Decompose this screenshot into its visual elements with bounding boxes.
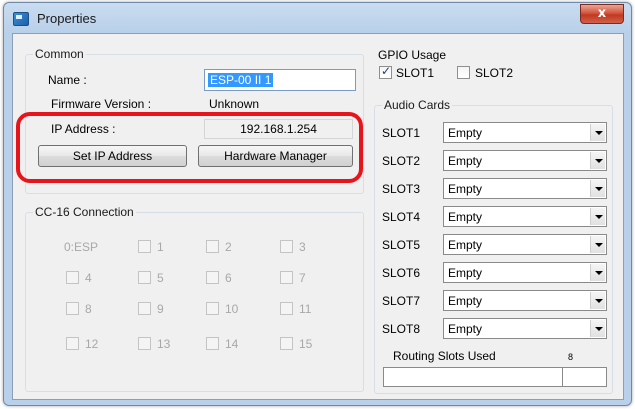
audio-slot1-value: Empty: [448, 126, 483, 140]
audio-slot8-select[interactable]: Empty: [443, 318, 607, 339]
audio-slot6-select[interactable]: Empty: [443, 262, 607, 283]
cc16-checkbox-15-label: 15: [299, 337, 313, 351]
audio-slot4-select[interactable]: Empty: [443, 206, 607, 227]
audio-slot6-label: SLOT6: [382, 266, 421, 280]
audio-slot3-select[interactable]: Empty: [443, 178, 607, 199]
audio-slot4-value: Empty: [448, 210, 483, 224]
chevron-down-icon[interactable]: [590, 152, 605, 169]
audio-slot3-label: SLOT3: [382, 182, 421, 196]
audio-slot4-label: SLOT4: [382, 210, 421, 224]
cc16-checkbox-5[interactable]: [138, 271, 151, 284]
chevron-down-icon[interactable]: [590, 124, 605, 141]
chevron-down-icon[interactable]: [590, 208, 605, 225]
cc16-checkbox-7[interactable]: [280, 271, 293, 284]
audio-slot1-label: SLOT1: [382, 126, 421, 140]
name-input[interactable]: ESP-00 II 1: [204, 69, 356, 91]
cc16-checkbox-10[interactable]: [206, 302, 219, 315]
cc16-esp-label: 0:ESP: [64, 240, 99, 254]
cc16-connection-group: CC-16 Connection 0:ESP 1 2 3 4 5 6 7 8 9…: [25, 205, 364, 392]
cc16-checkbox-1[interactable]: [138, 240, 151, 253]
chevron-down-icon[interactable]: [590, 180, 605, 197]
gpio-slot1-checkbox[interactable]: [379, 64, 392, 79]
chevron-down-icon[interactable]: [590, 236, 605, 253]
cc16-checkbox-9[interactable]: [138, 302, 151, 315]
cc16-checkbox-4[interactable]: [66, 271, 79, 284]
audio-slot8-value: Empty: [448, 322, 483, 336]
dialog-body: Common Name : ESP-00 II 1 Firmware Versi…: [12, 33, 624, 400]
audio-slot5-select[interactable]: Empty: [443, 234, 607, 255]
cc16-checkbox-7-label: 7: [299, 271, 306, 285]
audio-slot3-value: Empty: [448, 182, 483, 196]
audio-slot5-value: Empty: [448, 238, 483, 252]
chevron-down-icon[interactable]: [590, 320, 605, 337]
routing-slots-max-label: 8: [568, 352, 574, 362]
gpio-usage-label: GPIO Usage: [378, 48, 447, 62]
audio-slot5-label: SLOT5: [382, 238, 421, 252]
cc16-checkbox-6[interactable]: [206, 271, 219, 284]
app-window-icon: [13, 12, 29, 26]
ip-settings-highlight: [16, 112, 363, 183]
cc16-checkbox-12-label: 12: [85, 337, 99, 351]
name-label: Name :: [48, 73, 87, 87]
chevron-down-icon[interactable]: [590, 292, 605, 309]
cc16-checkbox-6-label: 6: [225, 271, 232, 285]
firmware-version-label: Firmware Version :: [51, 97, 152, 111]
properties-window: Properties x Common Name : ESP-00 II 1 F…: [3, 2, 632, 406]
routing-slots-progress: [383, 367, 607, 387]
audio-slot7-select[interactable]: Empty: [443, 290, 607, 311]
audio-cards-group-label: Audio Cards: [382, 98, 453, 112]
window-title: Properties: [37, 11, 97, 26]
firmware-version-value: Unknown: [209, 97, 260, 111]
audio-slot1-select[interactable]: Empty: [443, 122, 607, 143]
routing-slots-used-label: Routing Slots Used: [393, 349, 496, 363]
audio-cards-group: Audio Cards SLOT1 Empty SLOT2 Empty SLOT…: [374, 98, 613, 394]
audio-slot6-value: Empty: [448, 266, 483, 280]
title-bar[interactable]: Properties x: [4, 3, 631, 33]
common-group-label: Common: [33, 47, 86, 61]
cc16-checkbox-12[interactable]: [66, 337, 79, 350]
routing-slots-divider: [562, 368, 563, 386]
cc16-checkbox-2-label: 2: [225, 240, 232, 254]
cc16-checkbox-1-label: 1: [157, 240, 164, 254]
cc16-checkbox-10-label: 10: [225, 302, 239, 316]
audio-slot2-select[interactable]: Empty: [443, 150, 607, 171]
close-button[interactable]: x: [580, 4, 624, 24]
audio-slot7-value: Empty: [448, 294, 483, 308]
cc16-checkbox-15[interactable]: [280, 337, 293, 350]
cc16-checkbox-2[interactable]: [206, 240, 219, 253]
cc16-checkbox-5-label: 5: [157, 271, 164, 285]
cc16-checkbox-13[interactable]: [138, 337, 151, 350]
chevron-down-icon[interactable]: [590, 264, 605, 281]
audio-slot7-label: SLOT7: [382, 294, 421, 308]
name-input-value: ESP-00 II 1: [208, 73, 274, 87]
cc16-group-label: CC-16 Connection: [33, 205, 136, 219]
cc16-checkbox-14[interactable]: [206, 337, 219, 350]
audio-slot2-label: SLOT2: [382, 154, 421, 168]
audio-slot8-label: SLOT8: [382, 322, 421, 336]
cc16-checkbox-3[interactable]: [280, 240, 293, 253]
cc16-checkbox-13-label: 13: [157, 337, 171, 351]
gpio-slot2-checkbox[interactable]: [457, 66, 470, 79]
audio-slot2-value: Empty: [448, 154, 483, 168]
cc16-checkbox-11[interactable]: [280, 302, 293, 315]
cc16-checkbox-8-label: 8: [85, 302, 92, 316]
cc16-checkbox-9-label: 9: [157, 302, 164, 316]
cc16-checkbox-3-label: 3: [299, 240, 306, 254]
gpio-slot2-label: SLOT2: [475, 66, 514, 80]
gpio-slot1-label: SLOT1: [396, 66, 435, 80]
cc16-checkbox-8[interactable]: [66, 302, 79, 315]
cc16-checkbox-11-label: 11: [299, 302, 312, 316]
cc16-checkbox-14-label: 14: [225, 337, 239, 351]
cc16-checkbox-4-label: 4: [85, 271, 92, 285]
